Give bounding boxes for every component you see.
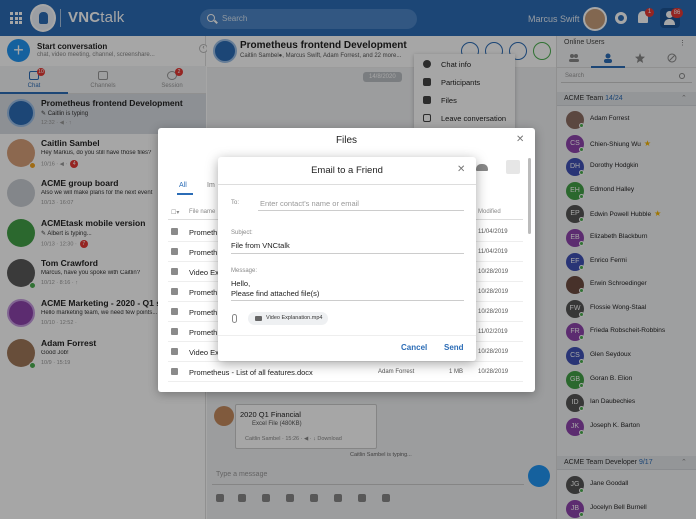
divider	[218, 184, 476, 185]
file-date: 10/28/2019	[478, 289, 509, 295]
video-icon	[255, 316, 262, 321]
file-type-icon	[171, 328, 178, 335]
attachment-name: Video Explanation.mp4	[266, 315, 323, 321]
file-type-icon	[171, 248, 178, 255]
to-underline	[258, 210, 464, 211]
file-type-icon	[171, 348, 178, 355]
close-icon[interactable]: ✕	[516, 134, 524, 145]
file-owner: Adam Forrest	[378, 369, 415, 375]
file-date: 10/28/2019	[478, 269, 509, 275]
send-button[interactable]: Send	[444, 343, 464, 352]
file-name: Video Ex	[189, 348, 219, 357]
file-name: Prometh	[189, 288, 218, 297]
paperclip-icon[interactable]	[232, 314, 237, 323]
file-row[interactable]: Prometheus - List of all features.docx Ad…	[168, 362, 523, 382]
subject-field[interactable]: File from VNCtalk	[231, 241, 290, 251]
message-label: Message:	[231, 268, 258, 274]
file-name: Prometh	[189, 228, 218, 237]
subject-label: Subject:	[231, 230, 253, 236]
file-name: Prometh	[189, 308, 218, 317]
attachment-chip[interactable]: Video Explanation.mp4	[248, 312, 329, 325]
message-underline	[231, 300, 464, 301]
scrollbar[interactable]	[528, 158, 531, 234]
cloud-icon[interactable]	[476, 164, 488, 171]
file-name: Video Ex	[189, 268, 219, 277]
subject-underline	[231, 253, 464, 254]
file-size: 1 MB	[449, 369, 464, 375]
file-type-icon	[171, 228, 178, 235]
tab-all[interactable]: All	[177, 182, 193, 195]
to-label: To:	[231, 200, 240, 206]
email-dialog: Email to a Friend ✕ To: Enter contact's …	[218, 157, 476, 361]
dialog-title: Files	[335, 135, 358, 146]
select-all-checkbox[interactable]: ☐▾	[171, 209, 179, 216]
divider	[218, 335, 476, 336]
file-type-icon	[171, 368, 178, 375]
file-date: 11/04/2019	[478, 249, 508, 255]
file-type-icon	[171, 308, 178, 315]
file-date: 10/28/2019	[478, 349, 509, 355]
close-icon[interactable]: ✕	[457, 164, 465, 175]
file-name: Prometheus - List of all features.docx	[189, 368, 313, 377]
file-date: 11/02/2019	[478, 329, 508, 335]
tab-images[interactable]: Im	[207, 182, 215, 189]
column-modified[interactable]: Modified	[478, 209, 501, 215]
cancel-button[interactable]: Cancel	[401, 343, 427, 352]
dialog-title: Email to a Friend	[311, 165, 383, 176]
to-field[interactable]: Enter contact's name or email	[260, 199, 359, 208]
list-view-icon[interactable]	[506, 160, 520, 174]
file-name: Prometh	[189, 328, 218, 337]
message-field[interactable]: Hello, Please find attached file(s)	[231, 279, 461, 298]
file-type-icon	[171, 288, 178, 295]
file-type-icon	[171, 268, 178, 275]
file-name: Prometh	[189, 248, 218, 257]
file-date: 11/04/2019	[478, 229, 508, 235]
file-date: 10/28/2019	[478, 309, 509, 315]
column-file-name[interactable]: File name	[189, 209, 215, 215]
file-date: 10/28/2019	[478, 369, 509, 375]
